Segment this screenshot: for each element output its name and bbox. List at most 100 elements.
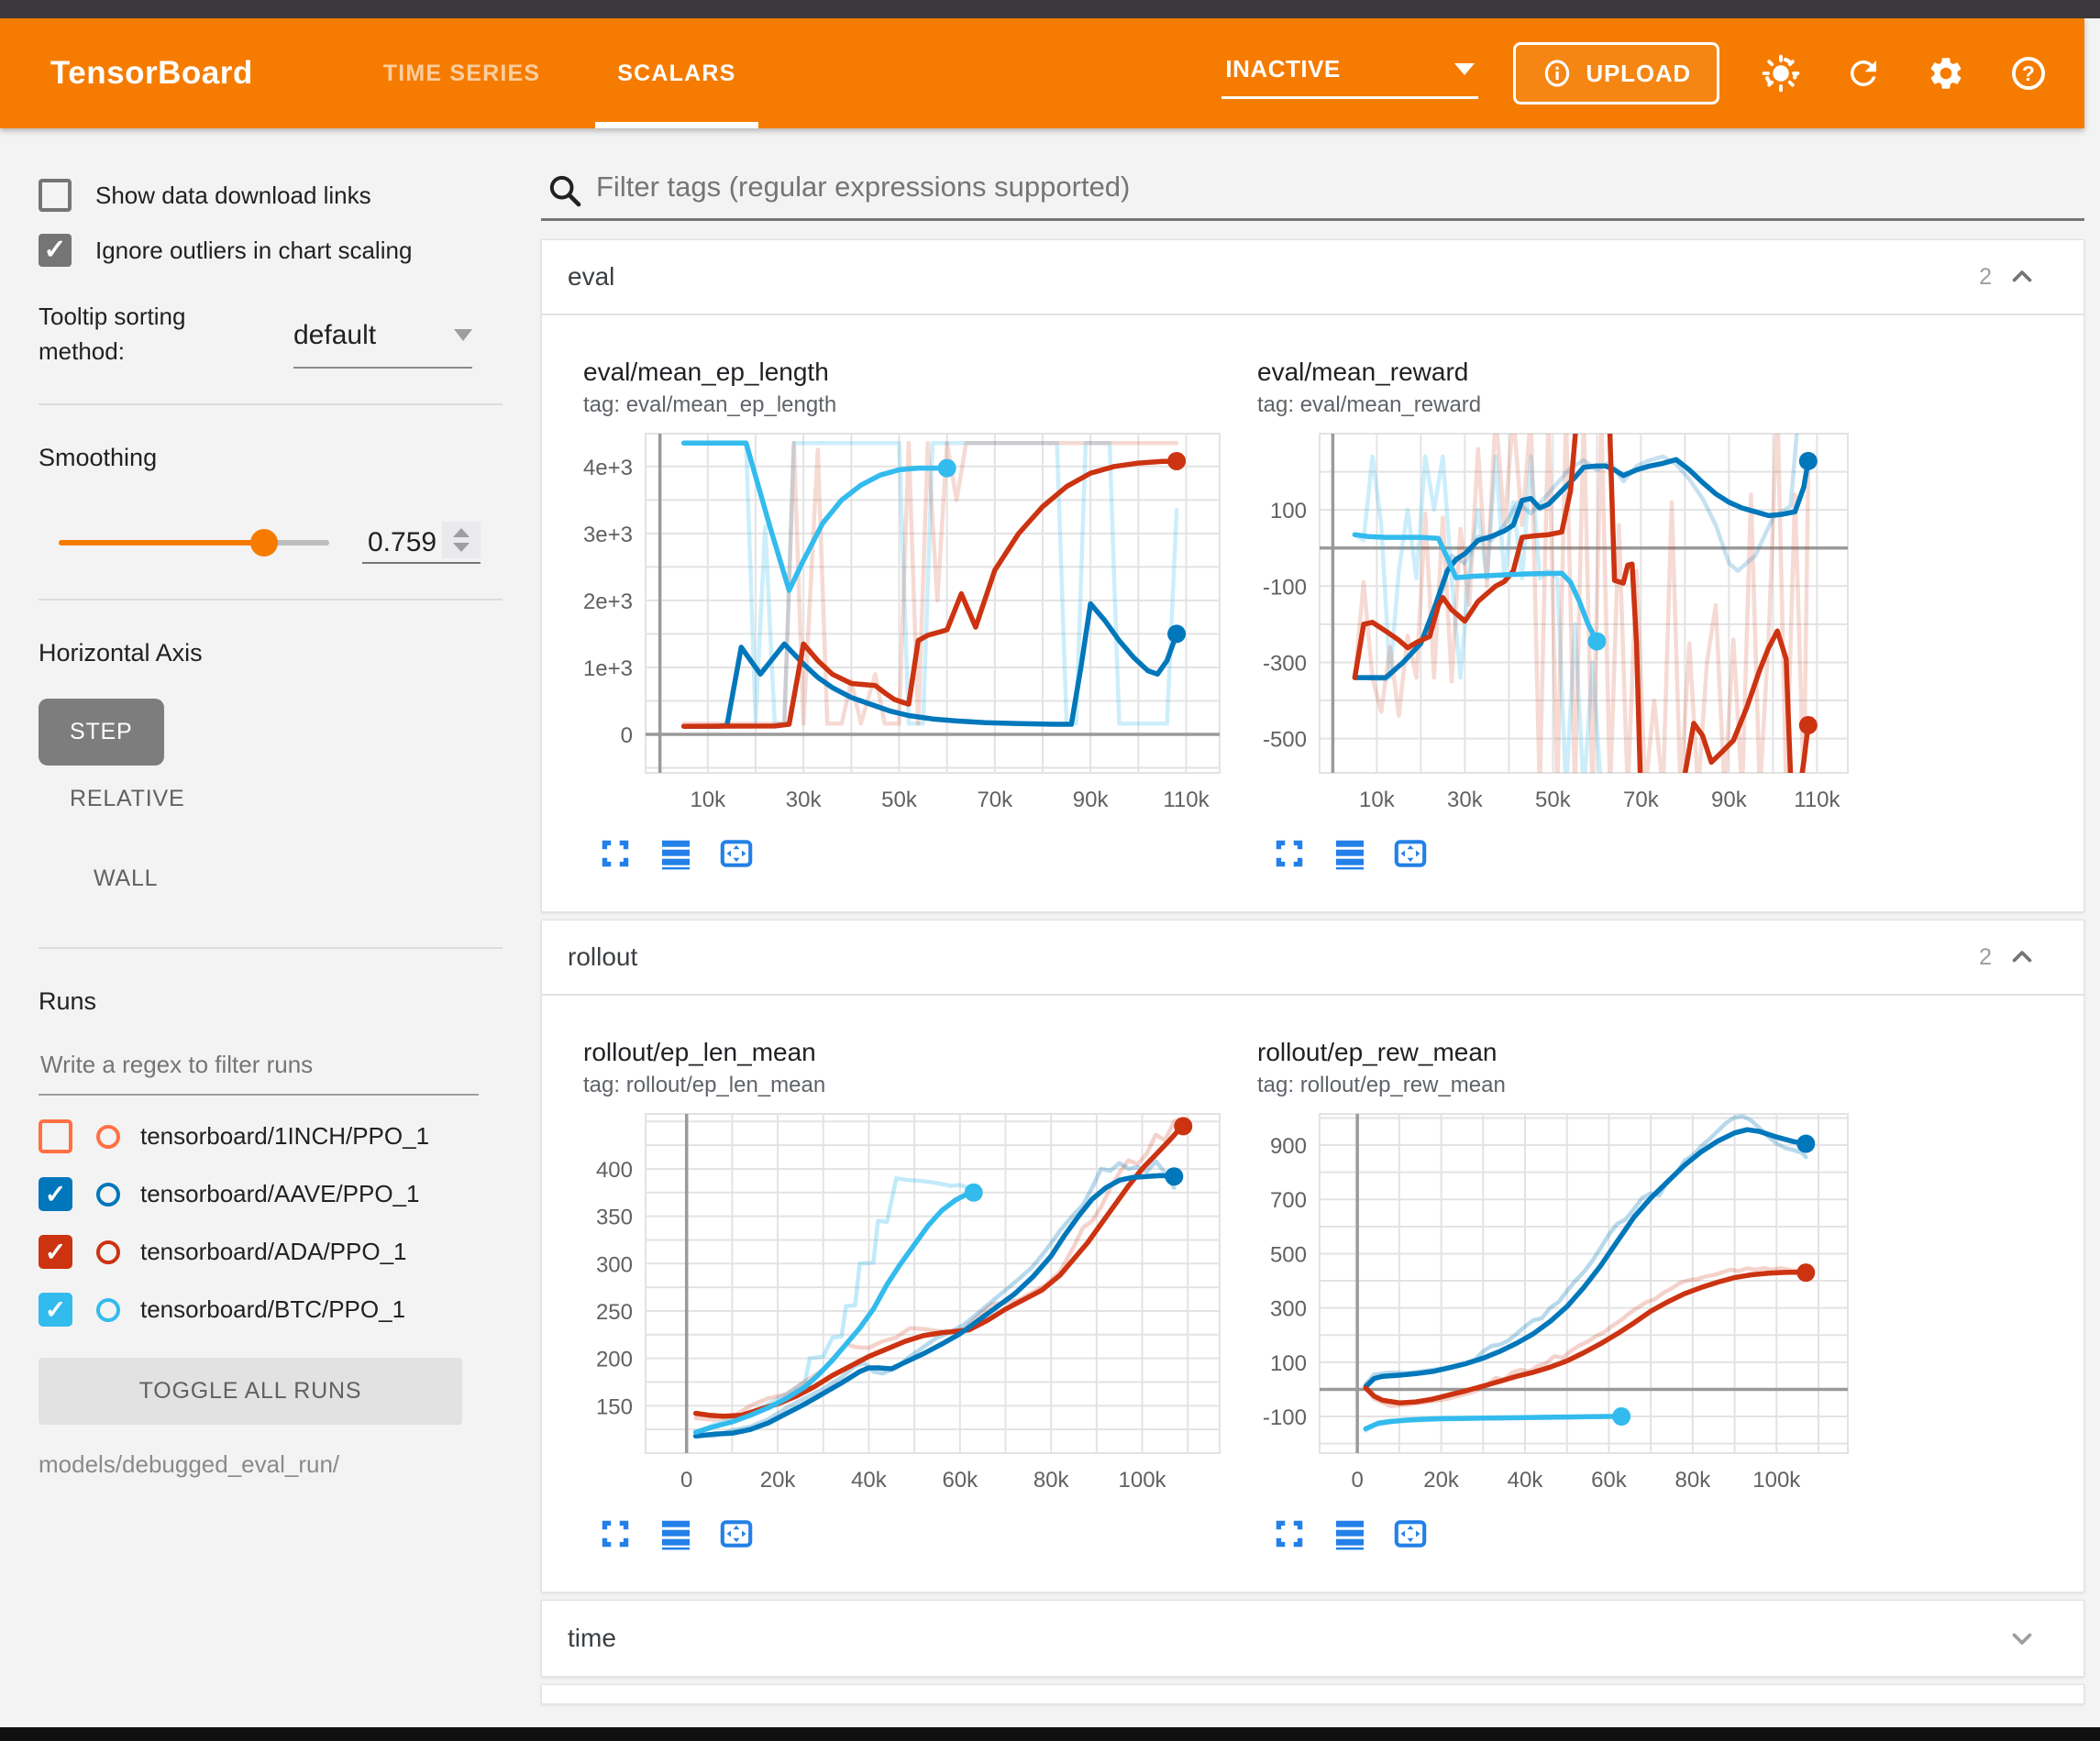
theme-brightness-icon[interactable] bbox=[1760, 52, 1802, 94]
status-dropdown[interactable]: INACTIVE bbox=[1221, 48, 1478, 99]
smoothing-stepper[interactable] bbox=[442, 522, 481, 558]
run-row: ✓tensorboard/BTC/PPO_1 bbox=[39, 1293, 541, 1327]
line-chart[interactable]: 01e+32e+33e+34e+310k30k50k70k90k110k bbox=[583, 429, 1225, 814]
fullscreen-icon[interactable] bbox=[1272, 1516, 1307, 1551]
svg-text:-300: -300 bbox=[1263, 651, 1307, 676]
section-count: 2 bbox=[1979, 264, 1992, 291]
window-bottom-edge bbox=[0, 1727, 2100, 1741]
refresh-icon[interactable] bbox=[1842, 52, 1884, 94]
svg-text:100: 100 bbox=[1270, 1351, 1307, 1376]
line-chart[interactable]: -100100300500700900020k40k60k80k100k bbox=[1257, 1109, 1853, 1494]
tooltip-sorting-select[interactable]: default bbox=[293, 316, 472, 369]
fit-domain-icon[interactable] bbox=[1393, 1516, 1428, 1551]
runs-table-icon[interactable] bbox=[658, 836, 693, 871]
fullscreen-icon[interactable] bbox=[598, 1516, 633, 1551]
axis-wall-button[interactable]: WALL bbox=[62, 845, 189, 912]
line-chart[interactable]: 100-100-300-50010k30k50k70k90k110k bbox=[1257, 429, 1853, 814]
run-checkbox[interactable]: ✓ bbox=[39, 1293, 72, 1327]
help-icon[interactable]: ? bbox=[2007, 52, 2050, 94]
section-header-rollout[interactable]: rollout 2 bbox=[542, 920, 2083, 996]
main-content: eval 2 eval/mean_ep_length tag: eval/mea… bbox=[541, 128, 2084, 1727]
run-checkbox[interactable]: ✓ bbox=[39, 1177, 72, 1211]
search-icon bbox=[547, 172, 583, 209]
svg-text:300: 300 bbox=[1270, 1297, 1307, 1322]
svg-text:-500: -500 bbox=[1263, 728, 1307, 753]
svg-text:20k: 20k bbox=[760, 1468, 797, 1493]
axis-relative-button[interactable]: RELATIVE bbox=[39, 766, 216, 832]
line-chart[interactable]: 150200250300350400020k40k60k80k100k bbox=[583, 1109, 1225, 1494]
fit-domain-icon[interactable] bbox=[1393, 836, 1428, 871]
run-checkbox[interactable] bbox=[39, 1119, 72, 1153]
runs-table-icon[interactable] bbox=[658, 1516, 693, 1551]
upload-button[interactable]: UPLOAD bbox=[1513, 42, 1719, 105]
ignore-outliers-label: Ignore outliers in chart scaling bbox=[95, 237, 412, 265]
chart-toolbar bbox=[1272, 836, 1853, 871]
runs-table-icon[interactable] bbox=[1332, 1516, 1367, 1551]
chart-card: eval/mean_reward tag: eval/mean_reward 1… bbox=[1257, 358, 1853, 871]
section-title: rollout bbox=[568, 942, 637, 972]
chart-card: eval/mean_ep_length tag: eval/mean_ep_le… bbox=[583, 358, 1225, 871]
section-header-eval[interactable]: eval 2 bbox=[542, 240, 2083, 315]
svg-text:-100: -100 bbox=[1263, 575, 1307, 600]
toggle-all-runs-button[interactable]: TOGGLE ALL RUNS bbox=[39, 1358, 462, 1425]
tooltip-sorting-value: default bbox=[293, 320, 376, 351]
svg-text:200: 200 bbox=[596, 1348, 633, 1372]
tooltip-sorting-row: Tooltip sorting method: default bbox=[39, 300, 541, 369]
svg-text:20k: 20k bbox=[1423, 1468, 1460, 1493]
fit-domain-icon[interactable] bbox=[719, 1516, 754, 1551]
tab-scalars[interactable]: SCALARS bbox=[579, 18, 774, 128]
fit-domain-icon[interactable] bbox=[719, 836, 754, 871]
chart-title: eval/mean_ep_length bbox=[583, 358, 1225, 387]
ignore-outliers-checkbox[interactable]: ✓ bbox=[39, 234, 72, 267]
show-download-links-row: Show data download links bbox=[39, 179, 541, 212]
upload-button-label: UPLOAD bbox=[1586, 60, 1691, 88]
eval-charts-grid: eval/mean_ep_length tag: eval/mean_ep_le… bbox=[542, 315, 2083, 911]
axis-step-button[interactable]: STEP bbox=[39, 699, 164, 766]
svg-text:300: 300 bbox=[596, 1252, 633, 1277]
section-count: 2 bbox=[1979, 944, 1992, 971]
fullscreen-icon[interactable] bbox=[1272, 836, 1307, 871]
run-row: tensorboard/1INCH/PPO_1 bbox=[39, 1119, 541, 1153]
svg-text:80k: 80k bbox=[1033, 1468, 1070, 1493]
svg-text:0: 0 bbox=[621, 723, 633, 748]
chart-tag: tag: eval/mean_ep_length bbox=[583, 392, 1225, 418]
svg-text:100: 100 bbox=[1270, 499, 1307, 523]
status-dropdown-value: INACTIVE bbox=[1225, 55, 1340, 83]
svg-text:10k: 10k bbox=[1359, 788, 1396, 812]
svg-text:0: 0 bbox=[680, 1468, 692, 1493]
chart-title: rollout/ep_rew_mean bbox=[1257, 1038, 1853, 1067]
chevron-up-icon[interactable] bbox=[2006, 942, 2038, 973]
settings-gear-icon[interactable] bbox=[1925, 52, 1967, 94]
svg-text:500: 500 bbox=[1270, 1242, 1307, 1267]
chevron-down-icon[interactable] bbox=[2006, 1623, 2038, 1654]
section-header-time[interactable]: time bbox=[542, 1601, 2083, 1676]
svg-text:2e+3: 2e+3 bbox=[583, 590, 633, 614]
run-checkbox[interactable]: ✓ bbox=[39, 1235, 72, 1269]
svg-text:250: 250 bbox=[596, 1300, 633, 1325]
chart-tag: tag: rollout/ep_rew_mean bbox=[1257, 1073, 1853, 1098]
smoothing-value-box: 0.759 bbox=[362, 522, 481, 564]
svg-text:30k: 30k bbox=[1447, 788, 1484, 812]
tag-filter-row bbox=[541, 128, 2084, 221]
svg-text:400: 400 bbox=[596, 1158, 633, 1183]
svg-text:900: 900 bbox=[1270, 1134, 1307, 1159]
fullscreen-icon[interactable] bbox=[598, 836, 633, 871]
show-download-links-label: Show data download links bbox=[95, 182, 371, 210]
runs-table-icon[interactable] bbox=[1332, 836, 1367, 871]
run-label: tensorboard/ADA/PPO_1 bbox=[140, 1238, 407, 1266]
sidebar-divider bbox=[39, 403, 503, 405]
show-download-links-checkbox[interactable] bbox=[39, 179, 72, 212]
chevron-up-icon[interactable] bbox=[2006, 261, 2038, 292]
svg-text:-100: -100 bbox=[1263, 1405, 1307, 1430]
tab-time-series[interactable]: TIME SERIES bbox=[345, 18, 580, 128]
section-card-time: time bbox=[541, 1600, 2084, 1677]
runs-filter-input[interactable] bbox=[39, 1041, 479, 1096]
svg-text:150: 150 bbox=[596, 1394, 633, 1419]
smoothing-slider[interactable] bbox=[59, 540, 329, 545]
tag-filter-input[interactable] bbox=[596, 171, 2084, 218]
header-controls: INACTIVE UPLOAD bbox=[1221, 42, 2050, 105]
smoothing-slider-fill bbox=[59, 540, 264, 545]
chart-tag: tag: rollout/ep_len_mean bbox=[583, 1073, 1225, 1098]
svg-text:100k: 100k bbox=[1752, 1468, 1801, 1493]
smoothing-slider-thumb[interactable] bbox=[250, 529, 278, 556]
